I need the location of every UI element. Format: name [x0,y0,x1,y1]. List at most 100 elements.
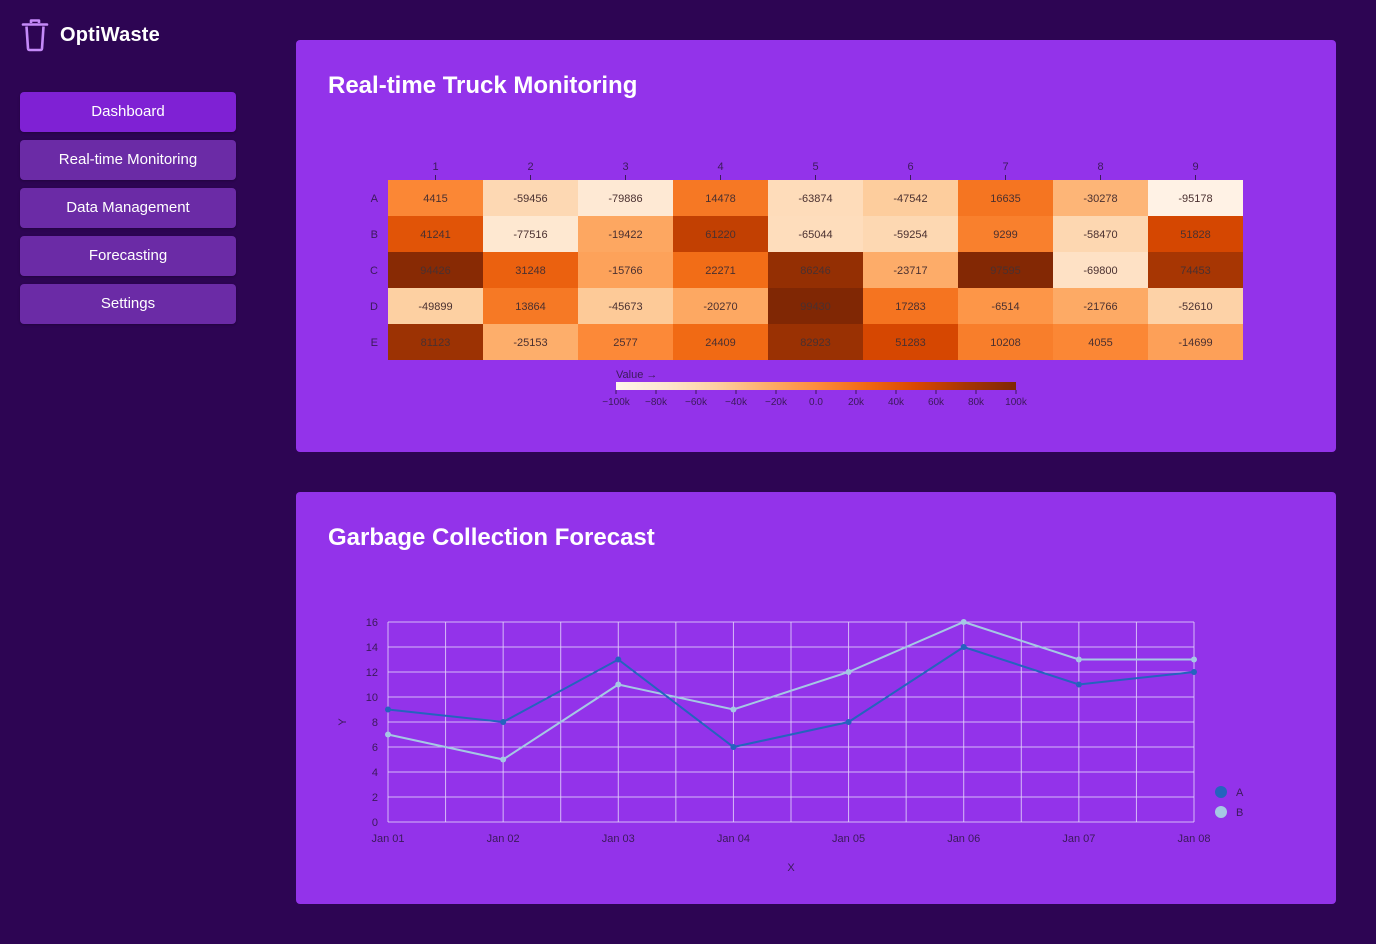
brand[interactable]: OptiWaste [20,18,160,52]
x-tick-label: Jan 08 [1177,833,1210,845]
series-b-point [500,756,507,763]
heatmap-cell-value: -47542 [893,193,927,205]
heatmap-column-label: 2 [527,161,533,173]
heatmap-cell-value: 2577 [613,337,637,349]
truck-heatmap-chart: 1 2 3 4 5 6 7 8 9 A B C D E 4415 -59456 -79886 14478 -6387… [370,161,1243,408]
heatmap-cell-value: 41241 [420,229,451,241]
heatmap-cell-value: -6514 [991,301,1019,313]
nav-dashboard-button[interactable]: Dashboard [20,92,236,132]
color-legend-tick-label: 40k [888,397,905,408]
nav-realtime-monitoring-button[interactable]: Real-time Monitoring [20,140,236,180]
heatmap-cell-value: -63874 [798,193,832,205]
y-tick-label: 10 [366,692,378,704]
color-legend-tick-label: 80k [968,397,985,408]
y-tick-label: 2 [372,792,378,804]
y-tick-label: 16 [366,617,378,629]
heatmap-cell-value: -19422 [608,229,642,241]
color-legend-label: Value → [616,369,657,381]
color-legend-tick-label: 60k [928,397,945,408]
nav-forecasting-button[interactable]: Forecasting [20,236,236,276]
color-legend-bar [616,382,1016,390]
heatmap-cell-value: -21766 [1083,301,1117,313]
heatmap-cell-value: -65044 [798,229,832,241]
y-tick-label: 4 [372,767,378,779]
heatmap-cell-value: -69800 [1083,265,1117,277]
heatmap-cell-value: -95178 [1178,193,1212,205]
trash-icon [20,18,50,52]
heatmap-cell-value: -52610 [1178,301,1212,313]
color-legend-tick-label: 20k [848,397,865,408]
app-name: OptiWaste [60,23,160,46]
series-a-point [385,706,391,713]
heatmap-cell-value: 9299 [993,229,1017,241]
x-tick-label: Jan 01 [371,833,404,845]
x-tick-label: Jan 02 [487,833,520,845]
heatmap-row-label: E [371,337,378,349]
heatmap-cell-value: -14699 [1178,337,1212,349]
series-a-point [1191,669,1197,675]
sidebar-nav: Dashboard Real-time Monitoring Data Mana… [20,92,236,332]
heatmap-cell-value: -59254 [893,229,927,241]
heatmap-cell-value: 94426 [420,265,451,277]
heatmap-cell-value: -79886 [608,193,642,205]
series-a-point [730,744,737,750]
heatmap-column-label: 3 [622,161,628,173]
heatmap-row-label: C [370,265,378,277]
x-tick-label: Jan 03 [602,833,635,845]
series-a-point [845,719,852,725]
heatmap-cell-value: -23717 [893,265,927,277]
series-a-point [615,656,622,663]
heatmap-column-label: 7 [1002,161,1008,173]
series-b-point [1191,656,1197,663]
legend-label-a: A [1236,787,1244,799]
forecast-card: Garbage Collection Forecast 0 2 4 6 8 10 12 14 1… [296,492,1336,904]
series-b-point [1075,656,1082,663]
heatmap-row-label: D [370,301,378,313]
heatmap-cell-value: 10208 [990,337,1021,349]
color-legend-tick-label: −100k [602,397,631,408]
heatmap-cell-value: 17283 [895,301,926,313]
legend-swatch-a [1215,786,1227,798]
legend-swatch-b [1215,806,1227,818]
y-axis-label: Y [337,718,349,726]
heatmap-cell-value: 82923 [800,337,831,349]
x-tick-label: Jan 05 [832,833,865,845]
heatmap-cell-value: 16635 [990,193,1021,205]
heatmap-cell-value: 51283 [895,337,926,349]
heatmap-column-label: 1 [432,161,438,173]
x-tick-label: Jan 04 [717,833,750,845]
heatmap-cell-value: -59456 [513,193,547,205]
x-tick-label: Jan 06 [947,833,980,845]
heatmap-cell-value: -58470 [1083,229,1117,241]
heatmap-cell-value: 97595 [990,265,1021,277]
x-axis-label: X [787,862,795,874]
color-legend-tick-label: −60k [685,397,708,408]
nav-data-management-button[interactable]: Data Management [20,188,236,228]
heatmap-cell-value: 24409 [705,337,736,349]
heatmap-column-label: 5 [812,161,818,173]
heatmap-cell-value: 99430 [800,301,831,313]
color-legend-tick-label: 0.0 [809,397,823,408]
y-tick-label: 0 [372,817,378,829]
y-tick-label: 6 [372,742,378,754]
series-a-point [960,644,967,650]
truck-monitoring-card: Real-time Truck Monitoring 123456789ABCD… [296,40,1336,452]
forecast-line-chart: 0 2 4 6 8 10 12 14 16 Jan 01 Jan 02 Jan 03 Jan 04 Jan… [337,617,1244,874]
heatmap-cell-value: -30278 [1083,193,1117,205]
heatmap-cell-value: -15766 [608,265,642,277]
heatmap-cell-value: -20270 [703,301,737,313]
y-tick-label: 8 [372,717,378,729]
heatmap-cell-value: 22271 [705,265,736,277]
series-b-point [960,619,967,625]
color-legend-tick-label: −20k [765,397,788,408]
color-legend-tick-label: −40k [725,397,748,408]
heatmap-cell-value: 13864 [515,301,546,313]
nav-settings-button[interactable]: Settings [20,284,236,324]
legend-label-b: B [1236,807,1243,819]
heatmap-cell-value: 4415 [423,193,447,205]
series-b-point [385,731,391,738]
heatmap-cell-value: 81123 [421,337,451,349]
heatmap-cell-value: -25153 [513,337,547,349]
heatmap-cell-value: 31248 [515,265,546,277]
heatmap-cell-value: 4055 [1088,337,1112,349]
